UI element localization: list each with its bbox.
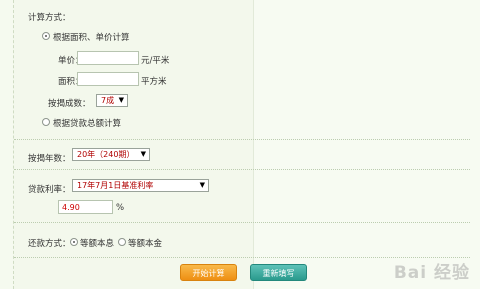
area-unit: 平方米 bbox=[141, 77, 167, 87]
term-label: 按揭年数： bbox=[28, 154, 71, 164]
repay-method-label: 还款方式： bbox=[28, 239, 71, 249]
start-calc-button[interactable]: 开始计算 bbox=[180, 264, 237, 281]
section-divider bbox=[14, 222, 470, 223]
rate-select[interactable]: 17年7月1日基准利率 ▼ bbox=[72, 179, 209, 192]
radio-by-area-price-label[interactable]: 根据面积、单价计算 bbox=[53, 31, 130, 43]
rate-value: 17年7月1日基准利率 bbox=[77, 181, 154, 190]
chevron-down-icon: ▼ bbox=[140, 150, 146, 158]
mortgage-ratio-select[interactable]: 7成 ▼ bbox=[96, 94, 128, 107]
section-divider bbox=[14, 169, 470, 170]
term-value: 20年（240期） bbox=[77, 150, 135, 159]
chevron-down-icon: ▼ bbox=[199, 181, 205, 189]
rate-input[interactable] bbox=[58, 200, 113, 214]
radio-equal-payment[interactable] bbox=[70, 238, 78, 246]
mortgage-ratio-label: 按揭成数： bbox=[48, 99, 91, 109]
rate-unit: % bbox=[116, 203, 125, 213]
reset-button[interactable]: 重新填写 bbox=[250, 264, 307, 281]
radio-by-loan-total[interactable] bbox=[42, 118, 50, 126]
rate-label: 贷款利率： bbox=[28, 185, 71, 195]
right-panel bbox=[253, 0, 480, 289]
radio-by-area-price[interactable] bbox=[42, 32, 50, 40]
calc-method-label: 计算方式： bbox=[28, 13, 71, 23]
term-select[interactable]: 20年（240期） ▼ bbox=[72, 148, 150, 161]
chevron-down-icon: ▼ bbox=[118, 96, 124, 104]
radio-equal-principal-label[interactable]: 等额本金 bbox=[128, 237, 162, 249]
area-input[interactable] bbox=[77, 72, 139, 86]
radio-equal-principal[interactable] bbox=[118, 238, 126, 246]
radio-by-loan-total-label[interactable]: 根据贷款总额计算 bbox=[53, 117, 121, 129]
unit-price-input[interactable] bbox=[77, 51, 139, 65]
watermark-logo: Bai 经验 bbox=[393, 263, 470, 283]
unit-price-unit: 元/平米 bbox=[141, 56, 170, 66]
section-divider bbox=[14, 139, 470, 140]
radio-equal-payment-label[interactable]: 等额本息 bbox=[80, 237, 114, 249]
mortgage-ratio-value: 7成 bbox=[101, 96, 115, 105]
